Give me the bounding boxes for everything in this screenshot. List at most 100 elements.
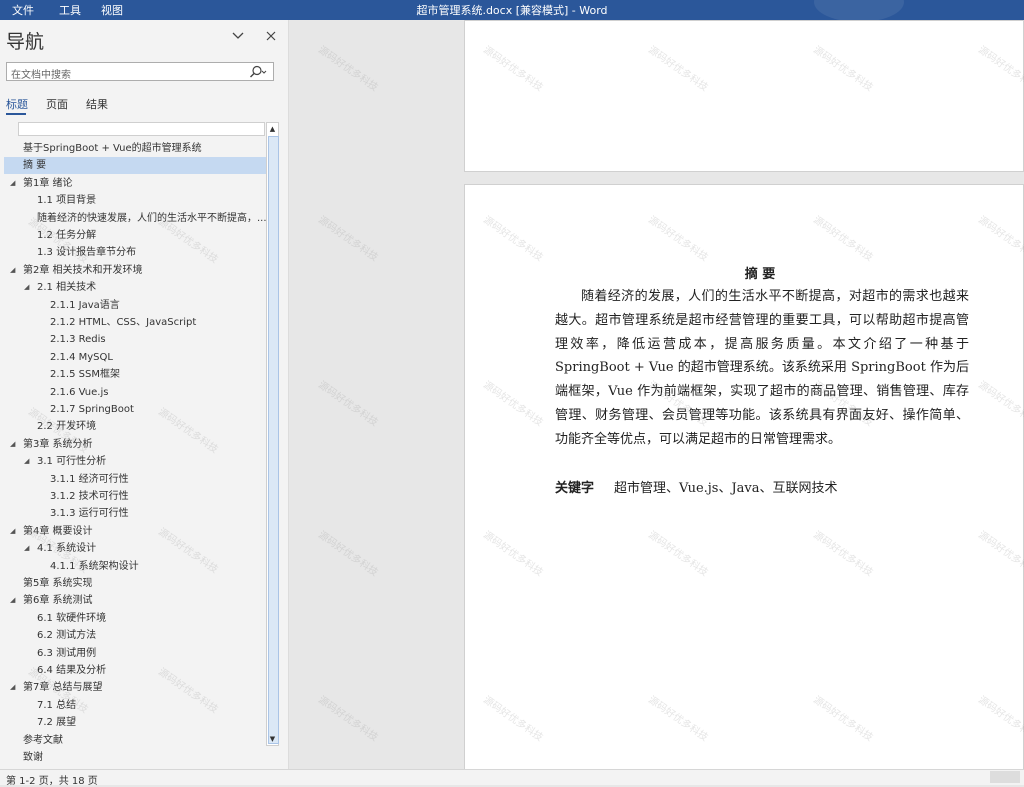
nav-heading-item[interactable]: 2.1.3 Redis	[4, 331, 266, 348]
watermark-text: 源码好优多科技	[316, 694, 380, 744]
nav-heading-label: 2.1.4 MySQL	[50, 351, 113, 363]
collapse-caret-icon[interactable]: ◢	[10, 523, 15, 540]
collapse-caret-icon[interactable]: ◢	[10, 175, 15, 192]
nav-heading-item[interactable]: 3.1.2 技术可行性	[4, 488, 266, 505]
nav-heading-item[interactable]: 随着经济的快速发展，人们的生活水平不断提高，...	[4, 210, 266, 227]
collapse-caret-icon[interactable]: ◢	[10, 592, 15, 609]
nav-heading-item[interactable]: 6.4 结果及分析	[4, 662, 266, 679]
nav-heading-item[interactable]: ◢ 第7章 总结与展望	[4, 679, 266, 696]
nav-heading-label: 4.1 系统设计	[37, 543, 97, 555]
abstract-heading: 摘 要	[744, 267, 776, 282]
collapse-caret-icon[interactable]: ◢	[24, 279, 29, 296]
nav-heading-label: 致谢	[23, 752, 43, 763]
nav-heading-label: 2.1.2 HTML、CSS、JavaScript	[50, 317, 197, 328]
chevron-down-icon[interactable]	[230, 28, 246, 44]
nav-heading-item[interactable]: 基于SpringBoot + Vue的超市管理系统	[4, 140, 266, 157]
nav-heading-item[interactable]: 参考文献	[4, 732, 266, 749]
nav-heading-label: 6.1 软硬件环境	[37, 612, 107, 624]
nav-heading-label: 3.1.2 技术可行性	[50, 491, 129, 502]
nav-heading-item[interactable]: 2.1.4 MySQL	[4, 349, 266, 366]
watermark-text: 源码好优多科技	[316, 529, 380, 579]
nav-heading-label: 2.1.5 SSM框架	[50, 369, 120, 381]
nav-heading-item[interactable]: ◢ 第1章 绪论	[4, 175, 266, 192]
document-canvas[interactable]: 摘 要 随着经济的发展，人们的生活水平不断提高，对超市的需求也越来越大。超市管理…	[289, 20, 1024, 769]
collapse-caret-icon[interactable]: ◢	[24, 540, 29, 557]
status-bar: 第 1-2 页，共 18 页	[0, 769, 1024, 787]
close-icon[interactable]	[263, 28, 279, 44]
nav-heading-label: 7.1 总结	[37, 699, 77, 711]
title-bar-decoration	[814, 0, 904, 22]
nav-heading-item[interactable]: 1.3 设计报告章节分布	[4, 244, 266, 261]
nav-heading-label: 基于SpringBoot + Vue的超市管理系统	[23, 143, 202, 154]
nav-heading-item[interactable]: 3.1.1 经济可行性	[4, 471, 266, 488]
watermark-text: 源码好优多科技	[316, 379, 380, 429]
nav-heading-label: 7.2 展望	[37, 717, 77, 729]
nav-heading-item[interactable]: 2.1.1 Java语言	[4, 297, 266, 314]
nav-heading-item[interactable]: 6.3 测试用例	[4, 645, 266, 662]
scroll-down-icon[interactable]: ▼	[267, 733, 278, 745]
keywords-value: 超市管理、Vue.js、Java、互联网技术	[614, 481, 838, 496]
nav-heading-item[interactable]: 致谢	[4, 749, 266, 766]
nav-heading-item[interactable]: 第5章 系统实现	[4, 575, 266, 592]
nav-heading-item[interactable]: ◢ 第2章 相关技术和开发环境	[4, 262, 266, 279]
nav-heading-item[interactable]: ◢ 2.1 相关技术	[4, 279, 266, 296]
collapse-caret-icon[interactable]: ◢	[10, 679, 15, 696]
nav-heading-label: 第5章 系统实现	[23, 578, 93, 589]
nav-heading-item[interactable]: 2.1.2 HTML、CSS、JavaScript	[4, 314, 266, 331]
search-input[interactable]	[7, 67, 241, 84]
nav-heading-label: 2.2 开发环境	[37, 421, 97, 433]
nav-heading-item[interactable]: 2.1.6 Vue.js	[4, 384, 266, 401]
nav-heading-label: 2.1.1 Java语言	[50, 299, 120, 311]
active-tab-indicator	[6, 113, 26, 115]
nav-heading-item[interactable]: 摘 要	[4, 157, 266, 175]
nav-heading-item[interactable]: 3.1.3 运行可行性	[4, 505, 266, 522]
collapse-caret-icon[interactable]: ◢	[24, 453, 29, 470]
nav-heading-item[interactable]: 4.1.1 系统架构设计	[4, 558, 266, 575]
nav-heading-item[interactable]: ◢ 第4章 概要设计	[4, 523, 266, 540]
document-page-1[interactable]	[464, 20, 1024, 172]
nav-heading-item[interactable]: 1.1 项目背景	[4, 192, 266, 209]
keywords-label: 关键字	[555, 481, 595, 496]
nav-heading-label: 2.1 相关技术	[37, 282, 97, 294]
collapse-caret-icon[interactable]: ◢	[10, 436, 15, 453]
nav-heading-item[interactable]: ◢ 第3章 系统分析	[4, 436, 266, 453]
nav-heading-label: 2.1.6 Vue.js	[50, 386, 109, 398]
abstract-paragraph: 随着经济的发展，人们的生活水平不断提高，对超市的需求也越来越大。超市管理系统是超…	[555, 289, 969, 447]
nav-heading-item[interactable]: 7.1 总结	[4, 697, 266, 714]
tab-headings[interactable]: 标题	[6, 96, 28, 112]
nav-heading-label: 2.1.3 Redis	[50, 334, 106, 346]
tab-results[interactable]: 结果	[86, 96, 108, 112]
nav-heading-label: 1.2 任务分解	[37, 230, 97, 241]
nav-heading-item[interactable]: 2.2 开发环境	[4, 418, 266, 435]
nav-heading-label: 参考文献	[23, 734, 63, 746]
nav-heading-item[interactable]: 6.1 软硬件环境	[4, 610, 266, 627]
nav-scrollbar[interactable]: ▲ ▼	[266, 122, 279, 746]
nav-heading-item[interactable]: 7.2 展望	[4, 714, 266, 731]
nav-heading-item[interactable]: ◢ 4.1 系统设计	[4, 540, 266, 557]
collapse-caret-icon[interactable]: ◢	[10, 262, 15, 279]
nav-heading-label: 1.1 项目背景	[37, 195, 97, 207]
nav-heading-label: 6.2 测试方法	[37, 630, 97, 642]
scrollbar-thumb[interactable]	[268, 136, 279, 744]
title-bar: 文件 工具 视图 超市管理系统.docx [兼容模式] - Word	[0, 0, 1024, 22]
nav-heading-label: 2.1.7 SpringBoot	[50, 404, 134, 415]
nav-heading-label: 6.4 结果及分析	[37, 665, 107, 676]
nav-heading-item[interactable]: 6.2 测试方法	[4, 627, 266, 644]
search-box	[6, 62, 274, 84]
nav-heading-item[interactable]: 1.2 任务分解	[4, 227, 266, 244]
nav-heading-label: 第1章 绪论	[23, 177, 73, 189]
nav-heading-label: 随着经济的快速发展，人们的生活水平不断提高，...	[37, 212, 266, 224]
nav-heading-item[interactable]: ◢ 3.1 可行性分析	[4, 453, 266, 470]
tree-top-placeholder	[18, 122, 265, 136]
scroll-up-icon[interactable]: ▲	[267, 123, 278, 135]
nav-heading-label: 第3章 系统分析	[23, 438, 93, 450]
nav-heading-label: 4.1.1 系统架构设计	[50, 560, 139, 572]
search-icon[interactable]	[249, 65, 267, 79]
nav-heading-item[interactable]: 2.1.7 SpringBoot	[4, 401, 266, 418]
view-mode-icon[interactable]	[990, 771, 1020, 783]
nav-heading-label: 第2章 相关技术和开发环境	[23, 264, 143, 276]
tab-pages[interactable]: 页面	[46, 96, 68, 112]
nav-heading-item[interactable]: ◢ 第6章 系统测试	[4, 592, 266, 609]
document-page-2[interactable]: 摘 要 随着经济的发展，人们的生活水平不断提高，对超市的需求也越来越大。超市管理…	[464, 184, 1024, 769]
nav-heading-item[interactable]: 2.1.5 SSM框架	[4, 366, 266, 383]
